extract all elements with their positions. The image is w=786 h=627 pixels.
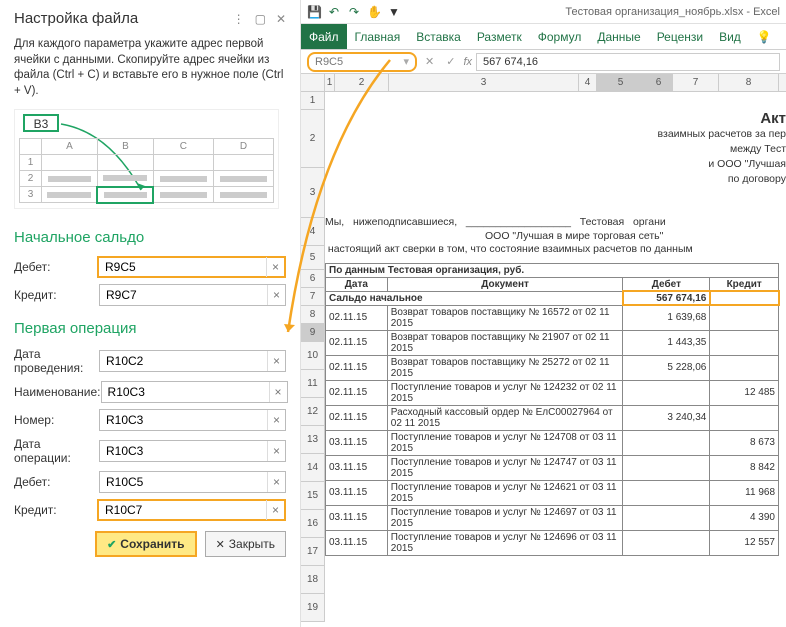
- op-name-label: Наименование:: [14, 385, 101, 399]
- clear-icon[interactable]: ×: [266, 500, 284, 520]
- panel-intro: Для каждого параметра укажите адрес перв…: [14, 37, 286, 99]
- table-row[interactable]: 02.11.15Расходный кассовый ордер № ЕлС00…: [326, 405, 779, 430]
- table-row[interactable]: 03.11.15Поступление товаров и услуг № 12…: [326, 505, 779, 530]
- ribbon-tabs: Файл Главная Вставка Разметк Формул Данн…: [301, 24, 786, 50]
- fx-enter-icon[interactable]: ✓: [442, 55, 459, 68]
- debet-input[interactable]: [99, 258, 266, 276]
- fx-cancel-icon[interactable]: ✕: [421, 55, 438, 68]
- debet-label: Дебет:: [14, 260, 97, 274]
- clear-icon[interactable]: ×: [269, 382, 287, 402]
- op-date-label: Дата проведения:: [14, 347, 99, 375]
- diagram-b3-cell: B3: [23, 114, 59, 132]
- credit-input[interactable]: [100, 285, 267, 305]
- table-row[interactable]: 03.11.15Поступление товаров и услуг № 12…: [326, 530, 779, 555]
- clear-icon[interactable]: ×: [267, 410, 285, 430]
- maximize-icon[interactable]: ▢: [255, 12, 266, 26]
- close-panel-icon[interactable]: ✕: [276, 12, 286, 26]
- panel-title: Настройка файла: [14, 10, 138, 27]
- saldo-label: Сальдо начальное: [326, 291, 623, 305]
- check-icon: ✔: [107, 538, 116, 551]
- table-row[interactable]: 02.11.15Возврат товаров поставщику № 165…: [326, 305, 779, 330]
- close-button[interactable]: ✕Закрыть: [205, 531, 286, 557]
- tab-help[interactable]: Помощ: [780, 24, 786, 49]
- tab-file[interactable]: Файл: [301, 24, 347, 49]
- table-row[interactable]: 03.11.15Поступление товаров и услуг № 12…: [326, 430, 779, 455]
- clear-icon[interactable]: ×: [267, 351, 285, 371]
- op-opdate-label: Дата операции:: [14, 437, 99, 465]
- op-num-input[interactable]: [100, 410, 267, 430]
- op-credit-label: Кредит:: [14, 503, 97, 517]
- clear-icon[interactable]: ×: [266, 257, 284, 277]
- doc-body: Мы, нижеподписавшиеся, _________________…: [325, 216, 786, 257]
- th-credit: Кредит: [710, 277, 779, 291]
- data-table: По данным Тестовая организация, руб. Дат…: [325, 263, 779, 556]
- more-icon[interactable]: ⋮: [233, 12, 245, 26]
- tab-view[interactable]: Вид: [711, 24, 749, 49]
- op-name-input[interactable]: [102, 382, 269, 402]
- column-headers: 1 2 3 4 5 6 7 8: [301, 74, 786, 92]
- spreadsheet[interactable]: 1 2 3 4 5 6 7 8 1 2 3 4 5 6 7 8 9 10 11 …: [301, 74, 786, 627]
- fx-icon[interactable]: fx: [463, 56, 472, 68]
- section-saldo-title: Начальное сальдо: [14, 229, 286, 246]
- th-date: Дата: [326, 277, 388, 291]
- save-icon[interactable]: 💾: [307, 5, 321, 19]
- doc-subtitle: взаимных расчетов за пер: [325, 128, 786, 143]
- tab-insert[interactable]: Вставка: [408, 24, 469, 49]
- touch-icon[interactable]: ✋: [367, 5, 381, 19]
- table-row[interactable]: 02.11.15Поступление товаров и услуг № 12…: [326, 380, 779, 405]
- table-row[interactable]: 02.11.15Возврат товаров поставщику № 219…: [326, 330, 779, 355]
- section-op-title: Первая операция: [14, 320, 286, 337]
- close-icon: ✕: [216, 538, 225, 551]
- save-button[interactable]: ✔Сохранить: [95, 531, 196, 557]
- quick-access-toolbar: 💾 ↶ ↷ ✋ ▼ Тестовая организация_ноябрь.xl…: [301, 0, 786, 24]
- tab-formula[interactable]: Формул: [530, 24, 590, 49]
- cell-diagram: B3 ABCD 1 2 3: [14, 109, 279, 209]
- filter-icon[interactable]: ▼: [387, 5, 401, 19]
- tab-home[interactable]: Главная: [347, 24, 409, 49]
- op-date-input[interactable]: [100, 351, 267, 371]
- tab-data[interactable]: Данные: [589, 24, 648, 49]
- op-credit-input[interactable]: [99, 501, 266, 519]
- op-num-label: Номер:: [14, 413, 99, 427]
- saldo-debet-cell[interactable]: 567 674,16: [623, 291, 710, 305]
- table-row[interactable]: 02.11.15Возврат товаров поставщику № 252…: [326, 355, 779, 380]
- saldo-credit-cell[interactable]: [710, 291, 779, 305]
- op-debet-label: Дебет:: [14, 475, 99, 489]
- redo-icon[interactable]: ↷: [347, 5, 361, 19]
- row-headers: 1 2 3 4 5 6 7 8 9 10 11 12 13 14 15 16 1…: [301, 92, 325, 622]
- undo-icon[interactable]: ↶: [327, 5, 341, 19]
- op-debet-input[interactable]: [100, 472, 267, 492]
- table-caption: По данным Тестовая организация, руб.: [326, 263, 779, 277]
- table-row[interactable]: 03.11.15Поступление товаров и услуг № 12…: [326, 480, 779, 505]
- doc-title: Акт: [325, 110, 786, 128]
- clear-icon[interactable]: ×: [267, 441, 285, 461]
- config-panel: Настройка файла ⋮ ▢ ✕ Для каждого параме…: [0, 0, 300, 627]
- formula-bar[interactable]: 567 674,16: [476, 53, 780, 71]
- tab-layout[interactable]: Разметк: [469, 24, 530, 49]
- th-doc: Документ: [387, 277, 623, 291]
- tab-review[interactable]: Рецензи: [649, 24, 711, 49]
- excel-window: 💾 ↶ ↷ ✋ ▼ Тестовая организация_ноябрь.xl…: [301, 0, 786, 627]
- table-row[interactable]: 03.11.15Поступление товаров и услуг № 12…: [326, 455, 779, 480]
- op-opdate-input[interactable]: [100, 441, 267, 461]
- name-box[interactable]: R9C5▾: [307, 52, 417, 72]
- help-icon[interactable]: 💡: [749, 24, 780, 49]
- window-title: Тестовая организация_ноябрь.xlsx - Excel: [565, 6, 780, 18]
- credit-label: Кредит:: [14, 288, 99, 302]
- clear-icon[interactable]: ×: [267, 285, 285, 305]
- th-debet: Дебет: [623, 277, 710, 291]
- clear-icon[interactable]: ×: [267, 472, 285, 492]
